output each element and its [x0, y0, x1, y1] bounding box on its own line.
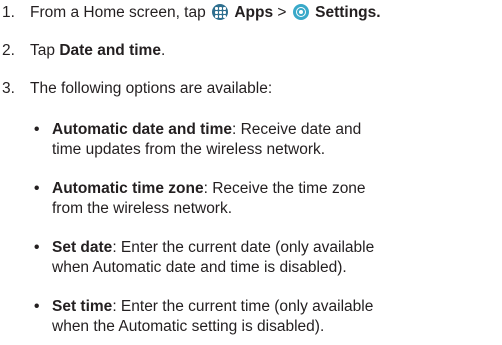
bullet-icon: • — [34, 239, 40, 256]
settings-label: Settings. — [315, 4, 381, 21]
option-description: : Receive the time zone — [203, 180, 366, 197]
bullet-icon: • — [34, 180, 40, 197]
option-description: : Enter the current date (only available — [112, 239, 375, 256]
step-2-bold-term: Date and time — [59, 42, 161, 59]
option-text: Set time: Enter the current time (only a… — [52, 297, 502, 337]
step-1-prefix: From a Home screen, tap — [30, 4, 206, 21]
instructions-document: 1. From a Home screen, tap Apps > Settin… — [0, 0, 502, 345]
option-term: Automatic date and time — [52, 121, 232, 138]
step-number: 2. — [2, 42, 15, 59]
step-text: The following options are available: — [30, 80, 273, 97]
step-number: 3. — [2, 80, 15, 97]
menu-separator: > — [277, 4, 287, 21]
step-number: 1. — [2, 4, 15, 21]
bullet-icon: • — [34, 298, 40, 315]
option-description-continued: time updates from the wireless network. — [52, 141, 326, 158]
bullet-icon: • — [34, 121, 40, 138]
settings-gear-icon — [292, 4, 309, 20]
option-term: Automatic time zone — [52, 180, 204, 197]
option-term: Set date — [52, 239, 113, 256]
apps-label: Apps — [234, 4, 274, 21]
step-text: From a Home screen, tap Apps > Settings. — [30, 2, 381, 23]
step-2-prefix: Tap — [30, 42, 55, 59]
option-text: Automatic time zone: Receive the time zo… — [52, 179, 502, 219]
option-description-continued: when Automatic date and time is disabled… — [52, 259, 347, 276]
option-description-continued: when the Automatic setting is disabled). — [52, 318, 325, 335]
option-text: Set date: Enter the current date (only a… — [52, 238, 502, 278]
option-description-continued: from the wireless network. — [52, 200, 233, 217]
apps-grid-icon — [212, 4, 229, 20]
step-2-suffix: . — [160, 42, 166, 59]
option-description: : Receive date and — [232, 121, 362, 138]
option-term: Set time — [52, 298, 113, 315]
option-text: Automatic date and time: Receive date an… — [52, 120, 502, 160]
option-description: : Enter the current time (only available — [112, 298, 374, 315]
step-text: Tap Date and time. — [30, 40, 165, 61]
